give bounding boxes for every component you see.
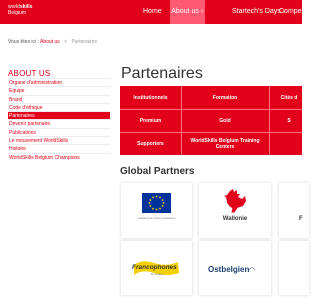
- table-cell[interactable]: Cités d: [269, 95, 309, 101]
- partner-card-wallonie[interactable]: Wallonie: [199, 183, 271, 238]
- sidebar-item-brand[interactable]: Brand: [8, 94, 110, 103]
- partner-label-partial: F: [299, 216, 303, 222]
- sidebar-item-champions[interactable]: WorldSkills Belgium Champions: [8, 152, 110, 161]
- ostbelgien-label: Ostbelgien◠: [208, 265, 255, 274]
- nav-startechs-days[interactable]: Startech's Days ˅: [232, 0, 286, 24]
- sidebar-item-equipe[interactable]: Equipe: [8, 86, 110, 94]
- nav-about-us[interactable]: About us ˅: [170, 0, 205, 24]
- francophones-sublabel: Bruxelles: [151, 272, 164, 276]
- breadcrumb-link-about-us[interactable]: About us: [40, 39, 60, 45]
- nav-home[interactable]: Home: [143, 0, 162, 24]
- partner-card-francophones[interactable]: Francophones Bruxelles: [121, 241, 192, 295]
- sidebar-item-code-ethique[interactable]: Code d'éthique: [8, 102, 110, 111]
- eu-flag-icon: [142, 193, 171, 213]
- sidebar-item-histoire[interactable]: Histoire: [8, 144, 110, 152]
- table-cell[interactable]: Institutionnels: [120, 95, 181, 101]
- table-cell[interactable]: Supporters: [120, 141, 181, 147]
- global-partners-heading: Global Partners: [120, 166, 195, 177]
- nav-about-us-label: About us: [171, 8, 199, 15]
- table-divider: [120, 109, 302, 110]
- partner-card-eu[interactable]: Cofinancé par l'Union européenne: [121, 183, 192, 238]
- table-cell[interactable]: S: [269, 118, 309, 124]
- breadcrumb: Vous êtes ici : About us > Partenaires: [8, 39, 97, 45]
- page-title: Partenaires: [121, 65, 203, 82]
- table-cell[interactable]: WorldSkills Belgium Training Centers: [181, 138, 269, 150]
- sidebar-item-devenir-partenaire[interactable]: Devenir partenaire: [8, 119, 110, 127]
- sidebar-menu: Organe d'administration Equipe Brand Cod…: [8, 78, 110, 161]
- logo-text-belgium: Belgium: [8, 10, 27, 16]
- breadcrumb-separator: >: [64, 39, 68, 45]
- table-divider: [120, 132, 302, 133]
- wallonie-label: Wallonie: [222, 216, 248, 222]
- table-cell[interactable]: Gold: [181, 118, 269, 124]
- partner-categories-table: Institutionnels Formation Cités d Premiu…: [120, 86, 302, 155]
- worldskills-logo[interactable]: worldskills Belgium: [8, 4, 42, 16]
- wallonie-rooster-icon: [224, 189, 246, 213]
- partner-card-partial-2[interactable]: [279, 241, 309, 295]
- sidebar-item-partenaires[interactable]: Partenaires: [8, 111, 110, 120]
- nav-startechs-days-label: Startech's Days: [232, 8, 281, 15]
- top-navigation-bar: worldskills Belgium Home About us ˅ Star…: [0, 0, 304, 24]
- francophones-label: Francophones: [132, 264, 177, 271]
- eu-caption: Cofinancé par l'Union européenne: [137, 217, 176, 220]
- ostbelgien-mark-icon: ◠: [249, 267, 255, 274]
- sidebar-item-mouvement[interactable]: Le mouvement WorldSkills: [8, 136, 110, 144]
- breadcrumb-prefix: Vous êtes ici :: [8, 39, 39, 45]
- sidebar-item-organe[interactable]: Organe d'administration: [8, 78, 110, 86]
- nav-compete[interactable]: Compet: [279, 0, 304, 24]
- table-cell[interactable]: Formation: [181, 95, 269, 101]
- partner-card-ostbelgien[interactable]: Ostbelgien◠: [199, 241, 271, 295]
- partner-card-partial[interactable]: F: [279, 183, 309, 238]
- chevron-down-icon: ˅: [200, 9, 204, 15]
- table-cell[interactable]: Premium: [120, 118, 181, 124]
- breadcrumb-current: Partenaires: [71, 39, 98, 45]
- ostbelgien-name: Ostbelgien: [208, 265, 250, 274]
- sidebar-title: ABOUT US: [8, 69, 51, 78]
- sidebar-item-publications[interactable]: Publications: [8, 127, 110, 136]
